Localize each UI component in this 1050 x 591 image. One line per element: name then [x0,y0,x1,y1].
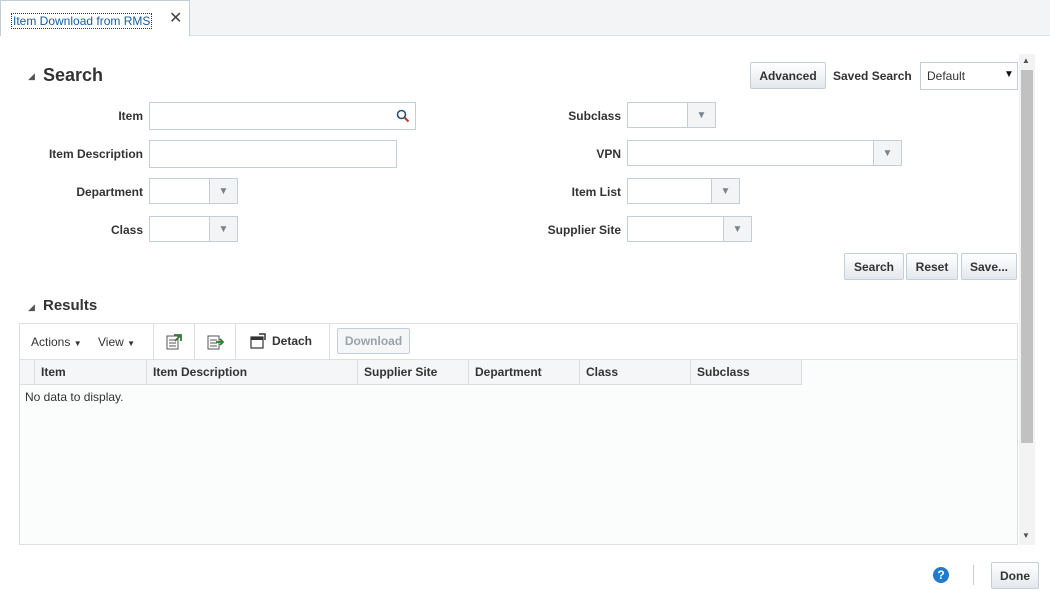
dropdown-arrow-icon: ▼ [1004,69,1014,80]
results-panel: Actions ▼ View ▼ Detach Download Item It… [19,323,1018,545]
column-header-label: Item Description [153,365,248,379]
collapse-search-icon[interactable]: ◢ [28,71,35,82]
chevron-down-icon[interactable]: ▼ [873,141,901,165]
save-button[interactable]: Save... [961,253,1017,280]
saved-search-value: Default [927,69,966,83]
help-icon[interactable]: ? [933,567,949,583]
actions-menu[interactable]: Actions ▼ [31,335,82,349]
detach-icon [250,333,266,349]
download-button[interactable]: Download [337,328,410,354]
export-icon[interactable] [165,333,183,351]
detach-button[interactable]: Detach [250,333,312,349]
done-button[interactable]: Done [991,562,1039,589]
empty-results-message: No data to display. [25,390,124,404]
actions-menu-label: Actions [31,335,71,349]
department-label: Department [76,185,143,199]
tab-title[interactable]: Item Download from RMS [11,13,153,29]
column-header-label: Department [475,365,542,379]
item-list-select[interactable]: ▼ [627,178,740,204]
chevron-down-icon[interactable]: ▼ [687,103,715,127]
import-icon[interactable] [206,333,224,351]
tab-item-download[interactable]: Item Download from RMS ✕ [0,0,190,36]
column-header-label: Subclass [697,365,750,379]
save-button-label: Save... [969,259,1009,274]
reset-button-label: Reset [915,259,949,274]
search-button[interactable]: Search [844,253,904,280]
results-section-title: Results [43,297,98,314]
column-header-subclass[interactable]: Subclass [691,360,802,385]
chevron-down-icon[interactable]: ▼ [723,217,751,241]
column-header-department[interactable]: Department [469,360,580,385]
search-section-title: Search [43,65,104,85]
caret-down-icon: ▼ [127,339,136,348]
vpn-label: VPN [596,147,621,161]
column-header-item[interactable]: Item [35,360,147,385]
toolbar-divider [153,324,154,360]
toolbar-divider [235,324,236,360]
class-label: Class [110,223,143,237]
detach-label: Detach [272,334,313,348]
subclass-select[interactable]: ▼ [627,102,716,128]
scrollbar-thumb[interactable] [1021,70,1033,443]
chevron-down-icon[interactable]: ▼ [209,217,237,241]
toolbar-divider [329,324,330,360]
saved-search-select[interactable]: Default ▼ [920,62,1018,90]
results-toolbar: Actions ▼ View ▼ Detach Download [20,324,1017,360]
tab-bar: Item Download from RMS ✕ [0,0,1050,36]
class-select[interactable]: ▼ [149,216,238,242]
column-header-label: Class [586,365,619,379]
caret-down-icon: ▼ [73,339,82,348]
done-button-label: Done [1000,568,1030,583]
footer-divider [973,565,974,585]
subclass-label: Subclass [568,109,621,123]
supplier-site-select[interactable]: ▼ [627,216,752,242]
advanced-button[interactable]: Advanced [750,62,826,89]
item-description-label: Item Description [48,147,143,161]
item-list-label: Item List [571,185,621,199]
item-description-input[interactable] [149,140,397,168]
toolbar-divider [194,324,195,360]
item-input[interactable] [149,102,416,130]
close-tab-icon[interactable]: ✕ [169,10,182,28]
download-label: Download [344,334,403,348]
scroll-down-icon[interactable]: ▼ [1022,531,1030,540]
item-label: Item [118,109,143,123]
supplier-site-label: Supplier Site [547,223,621,237]
row-selector-header [20,360,35,385]
column-header-item-description[interactable]: Item Description [147,360,358,385]
column-header-label: Supplier Site [364,365,438,379]
reset-button[interactable]: Reset [906,253,958,280]
collapse-results-icon[interactable]: ◢ [28,302,35,313]
scroll-up-icon[interactable]: ▲ [1022,56,1030,65]
help-glyph: ? [937,568,945,582]
vpn-select[interactable]: ▼ [627,140,902,166]
advanced-button-label: Advanced [759,68,817,83]
column-header-class[interactable]: Class [580,360,691,385]
saved-search-label: Saved Search [833,69,912,83]
view-menu-label: View [98,335,124,349]
department-select[interactable]: ▼ [149,178,238,204]
column-header-label: Item [41,365,66,379]
chevron-down-icon[interactable]: ▼ [209,179,237,203]
chevron-down-icon[interactable]: ▼ [711,179,739,203]
column-header-supplier-site[interactable]: Supplier Site [358,360,469,385]
view-menu[interactable]: View ▼ [98,335,135,349]
search-icon[interactable] [396,109,410,123]
search-button-label: Search [853,259,895,274]
